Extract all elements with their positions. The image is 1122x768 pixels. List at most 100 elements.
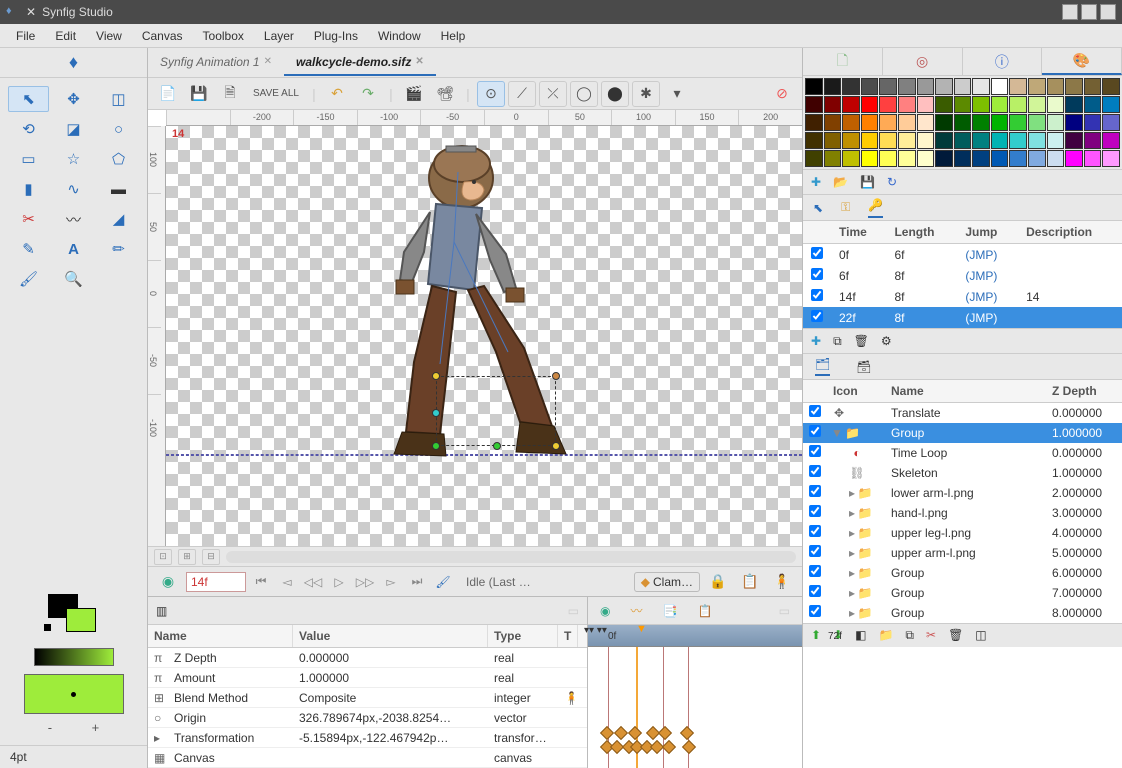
palette-color[interactable] [1047, 96, 1065, 113]
palette-color[interactable] [1102, 150, 1120, 167]
add-keyframe-button[interactable]: ✚ [811, 334, 821, 348]
palette-color[interactable] [917, 96, 935, 113]
keyframe-row[interactable]: 6f8f(JMP) [803, 265, 1122, 286]
handle-tl[interactable] [432, 372, 440, 380]
layer-row[interactable]: ▸📁 lower arm-l.png2.000000 [803, 483, 1122, 503]
canvas[interactable]: -200-150-100-50050100150200 100500-50-10… [148, 110, 802, 546]
palette-color[interactable] [1084, 150, 1102, 167]
tab-synfig-animation-1[interactable]: Synfig Animation 1 ✕ [148, 50, 284, 76]
param-row[interactable]: πAmount 1.000000real [148, 668, 587, 688]
layer-row[interactable]: ▸📁 hand-l.png3.000000 [803, 503, 1122, 523]
timebar-icon[interactable]: ◉ [154, 569, 182, 595]
grid-1-button[interactable]: ⊞ [178, 549, 196, 565]
palette-color[interactable] [1028, 96, 1046, 113]
palette-color[interactable] [1102, 96, 1120, 113]
add-color-button[interactable]: ✚ [811, 175, 821, 189]
snap-bone-toggle[interactable]: ✱ [632, 81, 660, 107]
seek-next-frame-button[interactable]: ▷▷ [354, 575, 376, 589]
brush-size-field[interactable]: 4pt [0, 745, 147, 768]
palette-color[interactable] [824, 150, 842, 167]
palette-color[interactable] [842, 150, 860, 167]
palette-color[interactable] [861, 114, 879, 131]
layer-visible-checkbox[interactable] [809, 525, 821, 537]
palette-color[interactable] [842, 78, 860, 95]
menu-view[interactable]: View [86, 26, 132, 46]
param-row[interactable]: ○Origin 326.789674px,-2038.8254…vector [148, 708, 587, 728]
scale-tool[interactable]: ◫ [98, 86, 139, 112]
palette-color[interactable] [1102, 132, 1120, 149]
palette-color[interactable] [991, 96, 1009, 113]
params-tab-icon[interactable]: ▥ [156, 604, 167, 618]
save-as-button[interactable]: 🗎 [216, 81, 244, 107]
handle-bm[interactable] [493, 442, 501, 450]
clamp-button[interactable]: ◆Clam… [634, 572, 700, 592]
palette-color[interactable] [842, 114, 860, 131]
polygon-tool[interactable]: ⬠ [98, 146, 139, 172]
palette-color[interactable] [1047, 150, 1065, 167]
palette-color[interactable] [954, 132, 972, 149]
palette-color[interactable] [1028, 132, 1046, 149]
palette-color[interactable] [1009, 132, 1027, 149]
palette-color[interactable] [1102, 78, 1120, 95]
palette-color[interactable] [954, 114, 972, 131]
grid-2-button[interactable]: ⊟ [202, 549, 220, 565]
keyframe-row[interactable]: 14f8f(JMP)14 [803, 286, 1122, 307]
layer-visible-checkbox[interactable] [809, 565, 821, 577]
palette-color[interactable] [1047, 132, 1065, 149]
star-tool[interactable]: ☆ [53, 146, 94, 172]
layer-row[interactable]: ▸📁 upper arm-l.png5.000000 [803, 543, 1122, 563]
circle-tool[interactable]: ○ [98, 116, 139, 142]
menu-window[interactable]: Window [368, 26, 431, 46]
layer-row[interactable]: ▸📁 upper leg-l.png4.000000 [803, 523, 1122, 543]
close-button[interactable]: ✕ [1100, 4, 1116, 20]
palette-color[interactable] [805, 96, 823, 113]
close-canvas-button[interactable]: ⊘ [768, 81, 796, 107]
palette-color[interactable] [842, 96, 860, 113]
palette-color[interactable] [1084, 78, 1102, 95]
save-button[interactable]: 💾 [185, 81, 213, 107]
palette-color[interactable] [917, 132, 935, 149]
sketch-tool[interactable]: ✏ [98, 236, 139, 262]
minimize-button[interactable]: — [1062, 4, 1078, 20]
keyframe-row[interactable]: 22f8f(JMP) [803, 307, 1122, 328]
snap-width-toggle[interactable]: ◯ [570, 81, 598, 107]
palette-color[interactable] [824, 132, 842, 149]
increase-button[interactable]: + [92, 720, 100, 735]
layer-new-button[interactable]: ◧ [855, 628, 866, 642]
palette-color[interactable] [972, 78, 990, 95]
fill-color-swatch[interactable] [66, 608, 96, 632]
tab-close-icon[interactable]: ✕ [264, 56, 272, 67]
seek-next-kf-button[interactable]: ▻ [380, 575, 402, 589]
current-frame-input[interactable]: 14f [186, 572, 246, 592]
handle-ml[interactable] [432, 409, 440, 417]
layer-dup-button[interactable]: ⧉ [905, 628, 914, 643]
palette-color[interactable] [935, 78, 953, 95]
width-tool[interactable]: ◢ [98, 206, 139, 232]
palette-color[interactable] [805, 78, 823, 95]
palette-color[interactable] [1009, 114, 1027, 131]
rectangle-tool[interactable]: ▭ [8, 146, 49, 172]
tab-walkcycle-demo[interactable]: walkcycle-demo.sifz ✕ [284, 50, 436, 76]
expand-icon[interactable]: ▼ [831, 426, 843, 440]
expand-icon[interactable]: ▸ [849, 506, 855, 520]
brush-tool[interactable]: 🖌 [8, 266, 49, 292]
param-row[interactable]: ▸Transformation -5.15894px,-122.467942p…… [148, 728, 587, 748]
layer-row[interactable]: ▸📁 Group8.000000 [803, 603, 1122, 623]
palette-color[interactable] [898, 78, 916, 95]
seek-prev-kf-button[interactable]: ◅ [276, 575, 298, 589]
save-palette-button[interactable]: 💾 [860, 175, 875, 189]
kf-tab-key2-icon[interactable]: 🔑 [868, 198, 883, 218]
palette-color[interactable] [1084, 132, 1102, 149]
palette-color[interactable] [1047, 114, 1065, 131]
smooth-move-tool[interactable]: ✥ [53, 86, 94, 112]
refresh-palette-button[interactable]: ↻ [887, 175, 897, 189]
save-all-button[interactable]: SAVE ALL [247, 81, 305, 107]
bucket-tool[interactable]: ▬ [98, 176, 139, 202]
palette-color[interactable] [898, 96, 916, 113]
layer-row[interactable]: ✥ Translate0.000000 [803, 403, 1122, 423]
palette-color[interactable] [1028, 150, 1046, 167]
palette-color[interactable] [1102, 114, 1120, 131]
undo-button[interactable]: ↶ [323, 81, 351, 107]
menu-file[interactable]: File [6, 26, 45, 46]
palette-color[interactable] [861, 132, 879, 149]
